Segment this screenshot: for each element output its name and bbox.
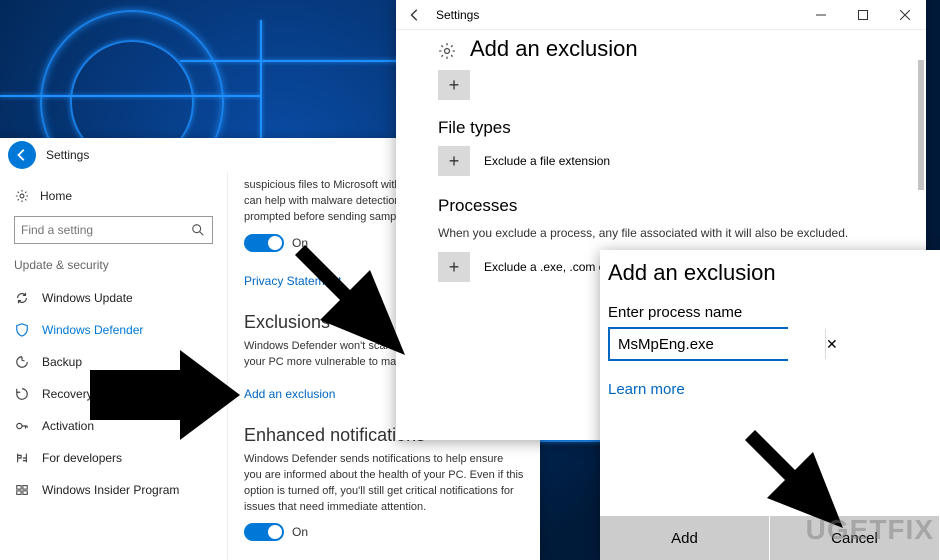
add-exclusion-link[interactable]: Add an exclusion [244, 387, 335, 401]
annotation-arrow [295, 245, 425, 375]
enhanced-notifications-text: Windows Defender sends notifications to … [244, 452, 524, 516]
add-folder-button[interactable]: + [438, 70, 470, 100]
learn-more-link[interactable]: Learn more [600, 381, 940, 398]
arrow-left-icon [408, 8, 422, 22]
sidebar-item-windows-update[interactable]: Windows Update [14, 282, 213, 314]
sidebar-item-label: Backup [42, 355, 82, 369]
sidebar-item-label: Recovery [42, 387, 93, 401]
close-icon [900, 10, 910, 20]
sample-submission-toggle[interactable] [244, 234, 284, 252]
close-button[interactable] [884, 0, 926, 30]
sidebar-item-windows-defender[interactable]: Windows Defender [14, 314, 213, 346]
processes-text: When you exclude a process, any file ass… [438, 224, 898, 242]
insider-icon [14, 482, 30, 498]
process-name-label: Enter process name [600, 304, 940, 327]
toggle-label: On [292, 525, 308, 539]
gear-icon [438, 40, 456, 58]
maximize-button[interactable] [842, 0, 884, 30]
back-button[interactable] [396, 0, 434, 30]
processes-heading: Processes [438, 196, 898, 216]
dev-icon [14, 450, 30, 466]
key-icon [14, 418, 30, 434]
process-name-field[interactable] [610, 329, 825, 359]
shield-icon [14, 322, 30, 338]
process-name-input[interactable]: ✕ [608, 327, 788, 361]
arrow-left-icon [15, 148, 29, 162]
gear-icon [14, 188, 30, 204]
sidebar-item-label: Windows Update [42, 291, 133, 305]
enhanced-notifications-toggle[interactable] [244, 523, 284, 541]
minimize-button[interactable] [800, 0, 842, 30]
dialog-title: Add an exclusion [600, 260, 940, 304]
close-icon: ✕ [826, 336, 838, 353]
search-field[interactable] [21, 223, 190, 237]
sidebar-item-developers[interactable]: For developers [14, 442, 213, 474]
minimize-icon [816, 10, 826, 20]
search-icon [190, 222, 206, 238]
clear-input-button[interactable]: ✕ [825, 329, 838, 359]
annotation-arrow [745, 430, 855, 540]
filetypes-heading: File types [438, 118, 898, 138]
sidebar-home[interactable]: Home [14, 182, 213, 216]
maximize-icon [858, 10, 868, 20]
sidebar-item-label: Windows Defender [42, 323, 143, 337]
home-label: Home [40, 189, 72, 203]
sidebar-category: Update & security [14, 258, 213, 272]
row-label: Exclude a file extension [484, 154, 610, 168]
page-title: Add an exclusion [438, 36, 898, 62]
window-title: Settings [434, 8, 800, 22]
backup-icon [14, 354, 30, 370]
plus-icon: + [438, 252, 470, 282]
sidebar-item-label: For developers [42, 451, 122, 465]
plus-icon: + [449, 75, 460, 96]
sync-icon [14, 290, 30, 306]
sidebar-item-label: Activation [42, 419, 94, 433]
recovery-icon [14, 386, 30, 402]
annotation-arrow [90, 350, 240, 440]
window-title: Settings [46, 148, 89, 162]
plus-icon: + [438, 146, 470, 176]
scrollbar[interactable] [918, 60, 924, 190]
search-input[interactable] [14, 216, 213, 244]
back-button[interactable] [8, 141, 36, 169]
exclude-file-extension-button[interactable]: + Exclude a file extension [438, 146, 898, 176]
titlebar: Settings [396, 0, 926, 30]
sidebar-item-label: Windows Insider Program [42, 483, 179, 497]
sidebar-item-insider[interactable]: Windows Insider Program [14, 474, 213, 506]
